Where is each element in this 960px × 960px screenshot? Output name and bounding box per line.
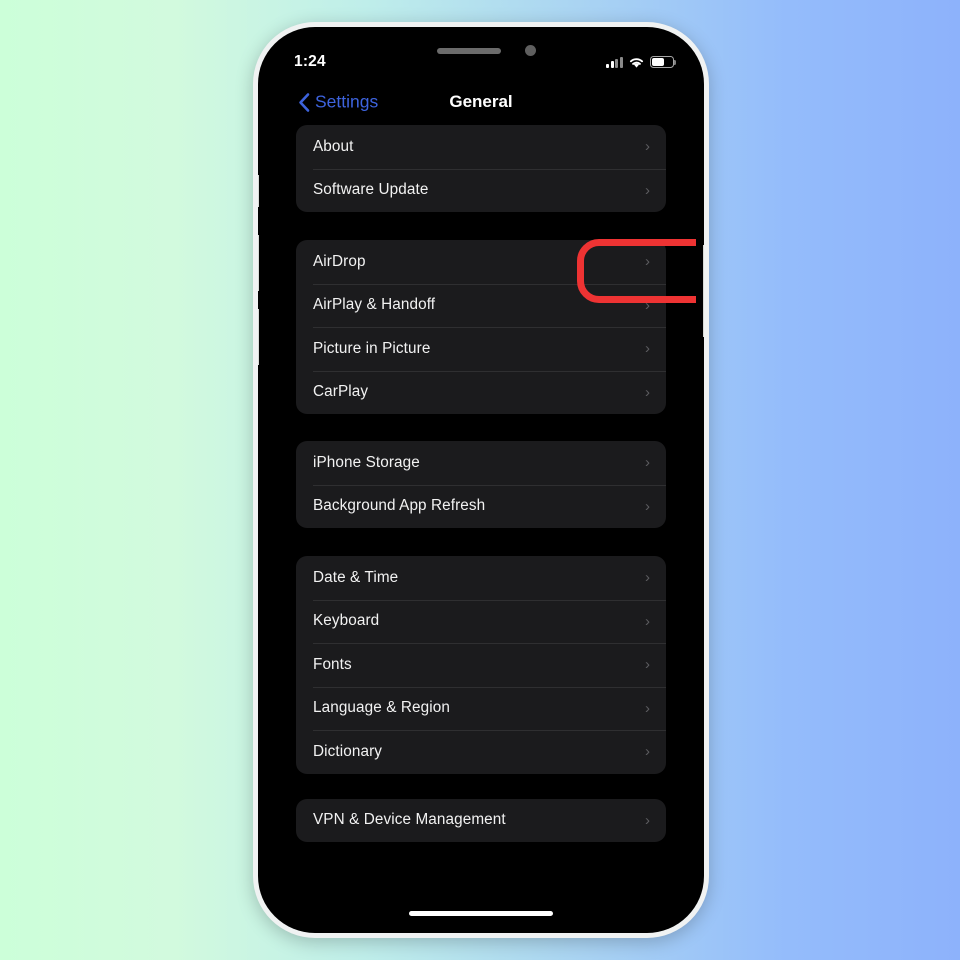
settings-row[interactable]: Date & Time › [296,556,666,600]
home-indicator[interactable] [409,911,553,916]
settings-row[interactable]: Background App Refresh › [296,484,666,529]
settings-row-label: VPN & Device Management [313,811,506,829]
settings-row[interactable]: iPhone Storage › [296,441,666,485]
mute-switch-button[interactable] [258,175,259,207]
status-bar-time: 1:24 [294,53,326,71]
notch [372,35,590,66]
signal-bars-icon [606,56,623,68]
settings-row[interactable]: CarPlay › [296,370,666,415]
back-button-label: Settings [315,91,379,112]
wifi-icon [628,56,645,69]
settings-row[interactable]: Language & Region › [296,686,666,731]
settings-row-label: Picture in Picture [313,339,431,357]
chevron-right-icon: › [645,181,650,199]
battery-icon [650,56,677,68]
chevron-right-icon: › [645,811,650,829]
chevron-right-icon: › [645,497,650,515]
settings-row-label: About [313,137,354,155]
volume-up-button[interactable] [258,235,259,291]
chevron-right-icon: › [645,383,650,401]
settings-row-label: AirDrop [313,252,366,270]
back-button[interactable]: Settings [298,92,378,113]
settings-row[interactable]: About › [296,125,666,169]
chevron-right-icon: › [645,253,650,271]
settings-row-label: CarPlay [313,383,369,401]
settings-row-label: Background App Refresh [313,497,486,515]
volume-down-button[interactable] [258,309,259,365]
settings-group: About › Software Update › [296,125,666,212]
settings-row-label: Keyboard [313,612,380,630]
front-camera-icon [524,45,536,56]
chevron-right-icon: › [645,340,650,358]
settings-row-label: Dictionary [313,742,383,760]
speaker-grille-icon [436,47,501,54]
settings-list[interactable]: About › Software Update › AirDrop › AirPlay & … [266,125,696,925]
chevron-left-icon [298,92,310,112]
phone-frame: 1:24 Settings General About › Software U… [253,22,709,938]
settings-row[interactable]: VPN & Device Management › [296,799,666,843]
chevron-right-icon: › [645,743,650,761]
chevron-right-icon: › [645,612,650,630]
settings-row-label: Language & Region [313,699,450,717]
chevron-right-icon: › [645,454,650,472]
settings-group: iPhone Storage › Background App Refresh › [296,441,666,528]
navigation-bar: Settings General [266,79,696,125]
settings-group: VPN & Device Management › [296,798,666,843]
settings-row[interactable]: Keyboard › [296,599,666,644]
settings-row-label: iPhone Storage [313,453,420,471]
chevron-right-icon: › [645,699,650,717]
settings-group: Date & Time › Keyboard › Fonts › Language & Re… [296,556,666,774]
page-title: General [449,92,513,111]
chevron-right-icon: › [645,296,650,314]
chevron-right-icon: › [645,569,650,587]
phone-body: 1:24 Settings General About › Software U… [258,27,704,933]
settings-row-label: AirPlay & Handoff [313,296,436,314]
status-bar-indicators [606,56,677,69]
settings-row[interactable]: Picture in Picture › [296,327,666,371]
settings-group: AirDrop › AirPlay & Handoff › Picture in Pic… [296,240,666,414]
settings-row-label: Date & Time [313,568,399,586]
battery-fill [652,58,665,66]
settings-row-label: Fonts [313,655,352,673]
power-button[interactable] [703,245,704,337]
settings-row[interactable]: AirDrop › [296,240,666,284]
chevron-right-icon: › [645,138,650,156]
settings-row[interactable]: Fonts › [296,643,666,687]
settings-row-label: Software Update [313,181,429,199]
settings-row[interactable]: Dictionary › [296,730,666,774]
chevron-right-icon: › [645,656,650,674]
settings-row[interactable]: Software Update › [296,168,666,213]
phone-screen: 1:24 Settings General About › Software U… [266,35,696,925]
settings-row[interactable]: AirPlay & Handoff › [296,283,666,328]
